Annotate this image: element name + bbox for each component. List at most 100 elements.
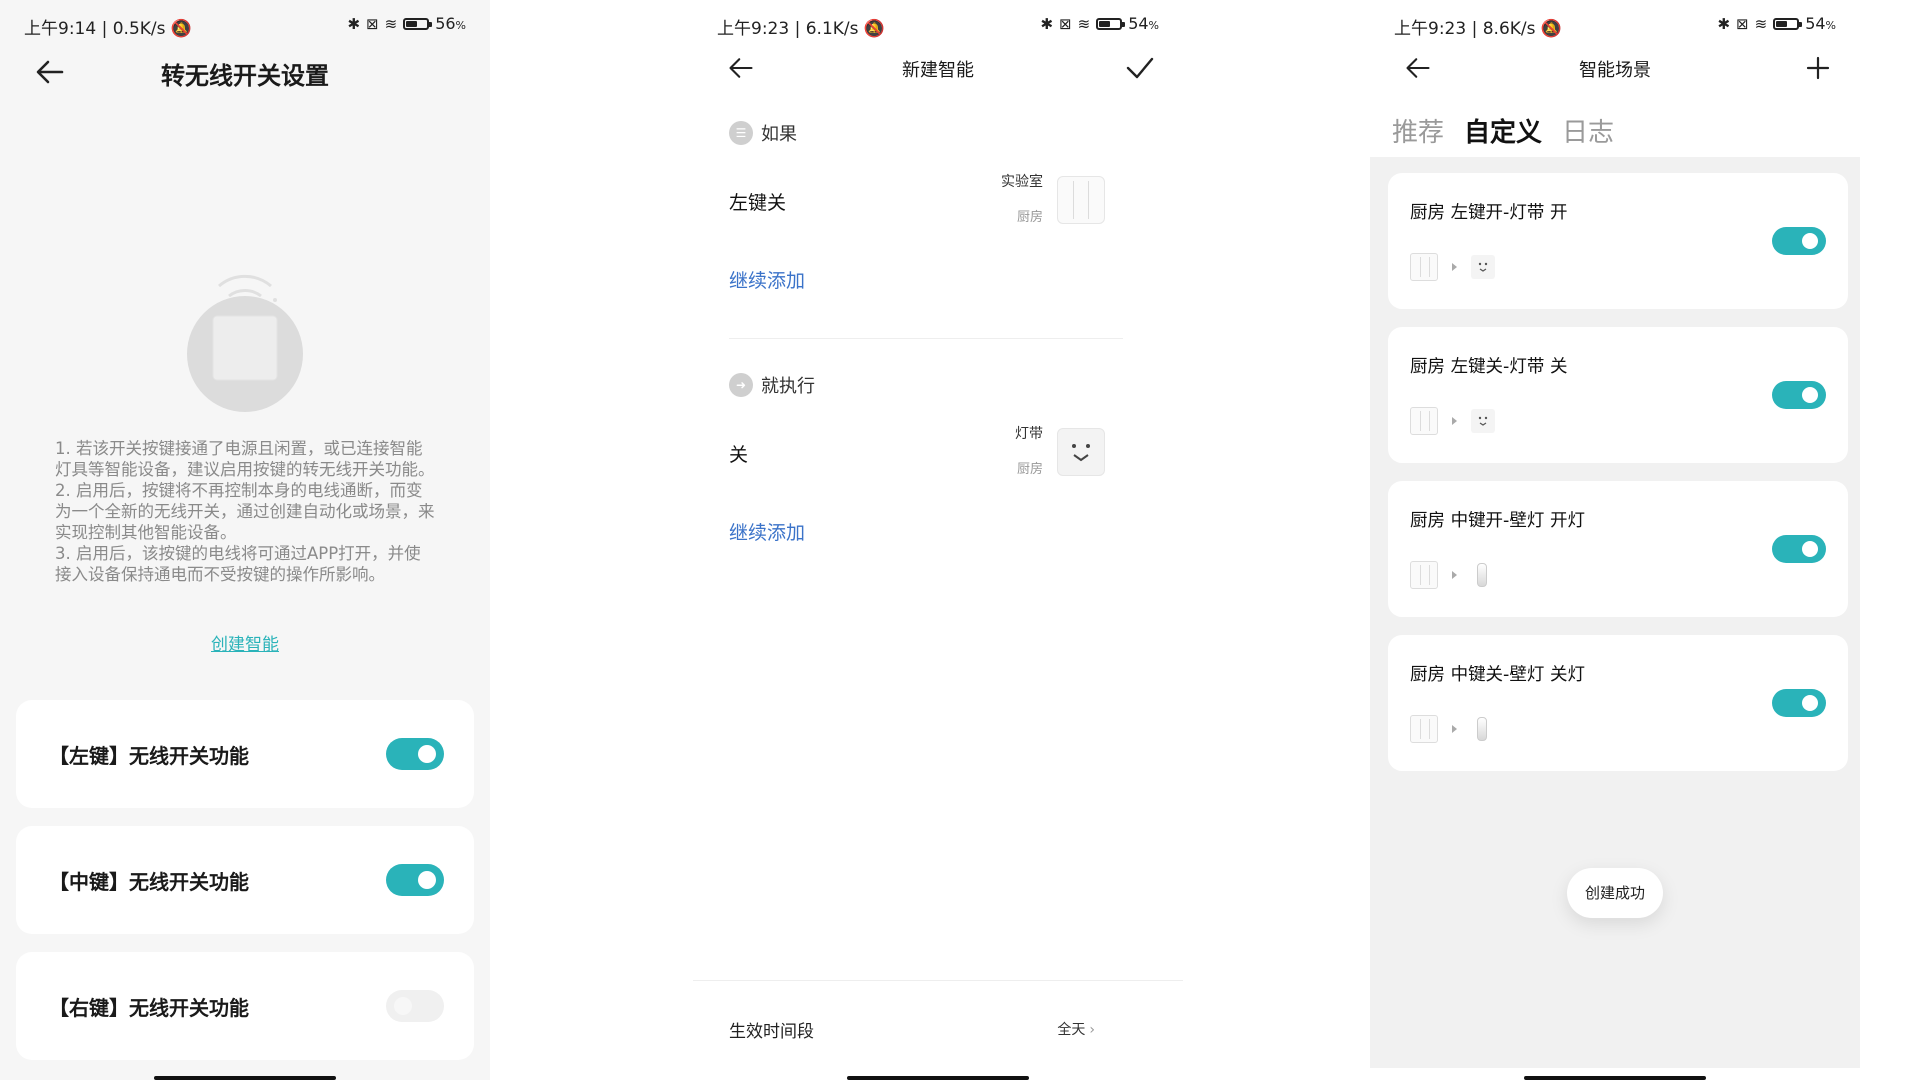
if-label: 如果 (761, 124, 797, 145)
status-right: ✱ ⊠ ≋ 54% (1717, 14, 1836, 33)
create-smart-link[interactable]: 创建智能 (0, 630, 490, 655)
wireless-switch-settings-screen: 上午9:14 | 0.5K/s 🔕 ✱ ⊠ ≋ 56% 转无线开关设置 1. 若… (0, 0, 490, 1080)
page-title: 新建智能 (902, 60, 974, 81)
scene-toggle[interactable] (1772, 381, 1826, 409)
middle-key-label: 【中键】无线开关功能 (49, 870, 249, 894)
list-icon: ☰ (729, 121, 753, 145)
middle-key-card: 【中键】无线开关功能 (16, 826, 474, 934)
battery-icon (1096, 17, 1126, 30)
scene-name: 厨房 左键关-灯带 关 (1410, 357, 1568, 377)
wifi-icon: ≋ (1077, 14, 1091, 33)
tab-custom[interactable]: 自定义 (1464, 112, 1542, 149)
scene-item-3[interactable]: 厨房 中键开-壁灯 开灯 (1388, 481, 1848, 617)
switch-icon (1410, 715, 1438, 743)
status-time: 上午9:14 (24, 19, 97, 39)
desc-line-2: 2. 启用后，按键将不再控制本身的电线通断，而变为一个全新的无线开关，通过创建自… (55, 481, 435, 542)
play-arrow-icon (1452, 263, 1457, 271)
switch-icon (1410, 253, 1438, 281)
socket-icon (1471, 255, 1495, 279)
add-scene-plus-icon[interactable] (1806, 56, 1830, 80)
tab-log[interactable]: 日志 (1562, 112, 1614, 149)
status-right: ✱ ⊠ ≋ 54% (1040, 14, 1159, 33)
then-add-more-link[interactable]: 继续添加 (729, 518, 805, 545)
if-device-info: 实验室 厨房 (1001, 164, 1043, 236)
then-action[interactable]: 关 (729, 440, 748, 467)
home-indicator[interactable] (847, 1076, 1029, 1080)
status-bar: 上午9:23 | 8.6K/s 🔕 ✱ ⊠ ≋ 54% (1394, 12, 1836, 39)
battery-text: 56% (435, 14, 466, 33)
wifi-icon: ≋ (1754, 14, 1768, 33)
desc-line-3: 3. 启用后，该按键的电线将可通过APP打开，并使接入设备保持通电而不受按键的操… (55, 544, 421, 584)
status-bar: 上午9:14 | 0.5K/s 🔕 ✱ ⊠ ≋ 56% (24, 12, 466, 39)
then-section-header: ➜ 就执行 (729, 372, 815, 398)
scene-flow (1410, 407, 1495, 435)
right-key-toggle[interactable] (386, 990, 444, 1022)
battery-icon (1773, 17, 1803, 30)
battery-text: 54% (1805, 14, 1836, 33)
play-arrow-icon (1452, 571, 1457, 579)
left-key-label: 【左键】无线开关功能 (49, 744, 249, 768)
scene-item-4[interactable]: 厨房 中键关-壁灯 关灯 (1388, 635, 1848, 771)
confirm-check-icon[interactable] (1125, 56, 1155, 80)
switch-device-icon (1057, 176, 1105, 224)
status-right: ✱ ⊠ ≋ 56% (347, 14, 466, 33)
scene-item-2[interactable]: 厨房 左键关-灯带 关 (1388, 327, 1848, 463)
new-smart-screen: 上午9:23 | 6.1K/s 🔕 ✱ ⊠ ≋ 54% 新建智能 ☰ 如果 左键… (693, 0, 1183, 1080)
home-indicator[interactable] (1524, 1076, 1706, 1080)
play-arrow-icon (1452, 417, 1457, 425)
if-section-header: ☰ 如果 (729, 120, 797, 146)
bluetooth-icon: ✱ (1040, 14, 1054, 33)
if-add-more-link[interactable]: 继续添加 (729, 266, 805, 293)
tab-recommend[interactable]: 推荐 (1392, 112, 1444, 149)
scene-flow (1410, 715, 1487, 743)
wireless-switch-illustration (187, 274, 303, 412)
scene-flow (1410, 561, 1487, 589)
sim-icon: ⊠ (1736, 14, 1749, 33)
status-left: 上午9:14 | 0.5K/s 🔕 (24, 19, 193, 39)
status-time: 上午9:23 (717, 19, 790, 39)
page-title: 转无线开关设置 (161, 62, 329, 90)
page-title: 智能场景 (1579, 60, 1651, 81)
scene-flow (1410, 253, 1495, 281)
switch-icon (1410, 561, 1438, 589)
status-time: 上午9:23 (1394, 19, 1467, 39)
home-indicator[interactable] (154, 1076, 336, 1080)
play-arrow-icon (1452, 725, 1457, 733)
effective-time-row[interactable]: 生效时间段 全天 › (693, 980, 1183, 1071)
wall-lamp-icon (1477, 563, 1487, 587)
sim-icon: ⊠ (1059, 14, 1072, 33)
feature-description: 1. 若该开关按键接通了电源且闲置，或已连接智能灯具等智能设备，建议启用按键的转… (55, 438, 435, 585)
if-device-name: 实验室 (1001, 174, 1043, 190)
scene-name: 厨房 左键开-灯带 开 (1410, 203, 1568, 223)
bluetooth-icon: ✱ (347, 14, 361, 33)
scene-toggle[interactable] (1772, 689, 1826, 717)
bluetooth-icon: ✱ (1717, 14, 1731, 33)
battery-text: 54% (1128, 14, 1159, 33)
switch-icon (1410, 407, 1438, 435)
scene-toggle[interactable] (1772, 535, 1826, 563)
status-left: 上午9:23 | 6.1K/s 🔕 (717, 19, 886, 39)
then-label: 就执行 (761, 376, 815, 397)
effective-time-label: 生效时间段 (729, 1022, 814, 1042)
middle-key-toggle[interactable] (386, 864, 444, 896)
effective-time-value: 全天 › (1057, 1022, 1095, 1038)
socket-device-icon (1057, 428, 1105, 476)
scene-item-1[interactable]: 厨房 左键开-灯带 开 (1388, 173, 1848, 309)
status-left: 上午9:23 | 8.6K/s 🔕 (1394, 19, 1563, 39)
mute-icon: 🔕 (1540, 19, 1563, 39)
battery-icon (403, 17, 433, 30)
chevron-right-icon: › (1089, 1022, 1095, 1038)
scene-name: 厨房 中键开-壁灯 开灯 (1410, 511, 1585, 531)
if-condition[interactable]: 左键关 (729, 188, 786, 215)
scene-tabs: 推荐 自定义 日志 (1392, 112, 1614, 149)
status-speed: 0.5K/s (112, 19, 166, 39)
scene-toggle[interactable] (1772, 227, 1826, 255)
if-device-room: 厨房 (1016, 210, 1043, 225)
then-device-info: 灯带 厨房 (1015, 416, 1043, 488)
socket-icon (1471, 409, 1495, 433)
scene-name: 厨房 中键关-壁灯 关灯 (1410, 665, 1585, 685)
scene-list: 厨房 左键开-灯带 开 厨房 左键关-灯带 关 厨房 中键开-壁灯 开灯 厨房 … (1370, 157, 1860, 1068)
success-toast: 创建成功 (1567, 868, 1663, 918)
left-key-toggle[interactable] (386, 738, 444, 770)
status-bar: 上午9:23 | 6.1K/s 🔕 ✱ ⊠ ≋ 54% (717, 12, 1159, 39)
